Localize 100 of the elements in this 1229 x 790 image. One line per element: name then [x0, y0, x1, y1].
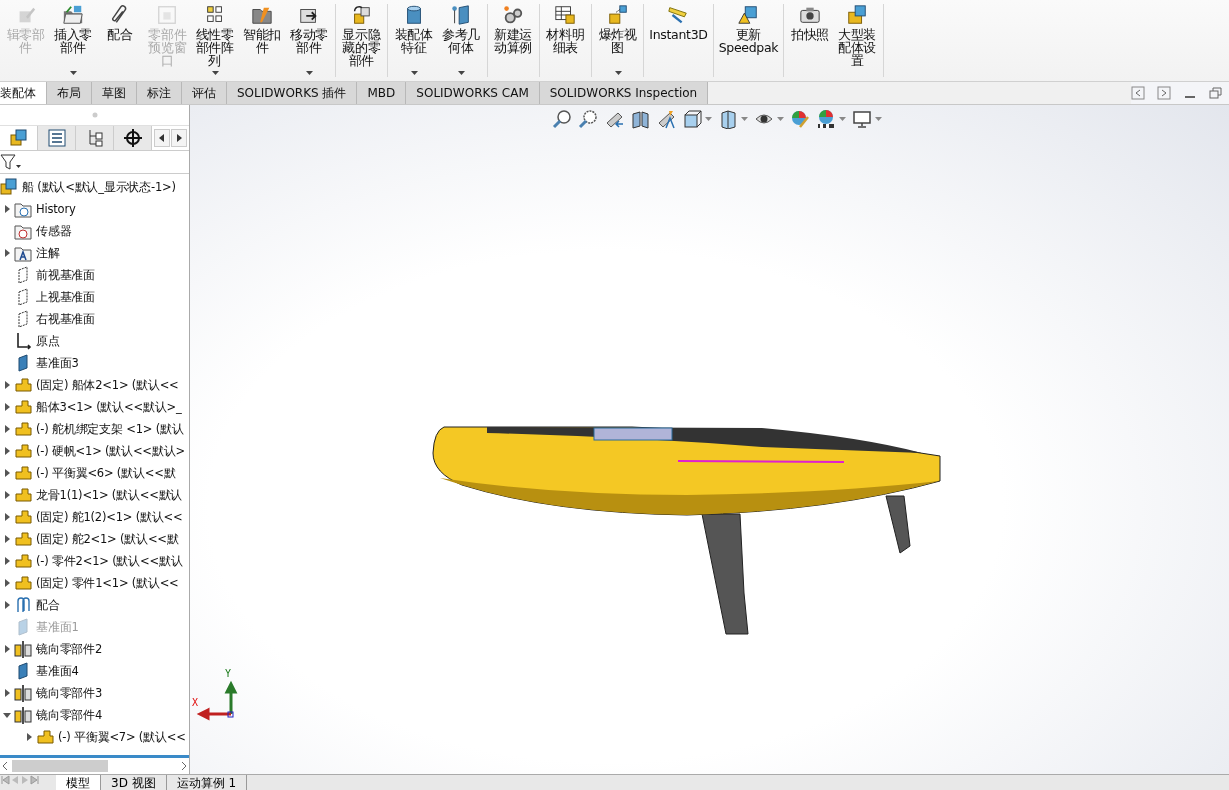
ribbon-button[interactable]: 移动零部件 — [285, 2, 333, 77]
expand-icon[interactable] — [3, 249, 11, 257]
expand-icon[interactable] — [3, 205, 11, 213]
expand-icon[interactable] — [3, 645, 11, 653]
tree-item[interactable]: (固定) 舵2<1> (默认<<默 — [36, 531, 179, 547]
caret-icon — [69, 71, 77, 75]
ribbon-button[interactable]: 智能扣件 — [238, 2, 286, 77]
tree-item[interactable]: (固定) 船体2<1> (默认<< — [36, 377, 179, 393]
gears-icon — [502, 4, 525, 26]
ribbon-tab[interactable]: SOLIDWORKS CAM — [406, 82, 540, 104]
caret-icon — [457, 71, 465, 75]
expand-icon[interactable] — [3, 579, 11, 587]
expand-icon[interactable] — [3, 381, 11, 389]
list-icon — [46, 128, 67, 148]
panel-tab[interactable] — [114, 126, 152, 150]
tree-item[interactable]: (-) 舵机绑定支架 <1> (默认 — [36, 421, 184, 437]
expand-icon[interactable] — [3, 535, 11, 543]
tree-item[interactable]: 镜向零部件2 — [36, 641, 103, 657]
tree-item[interactable]: (-) 平衡翼<7> (默认<< — [58, 729, 186, 745]
folder-icon — [61, 4, 84, 26]
sheet-tab[interactable]: 模型 — [56, 775, 101, 790]
tree-item[interactable]: 船体3<1> (默认<<默认>_ — [36, 399, 182, 415]
ribbon-tab[interactable]: 标注 — [137, 82, 182, 104]
ribbon-tab[interactable]: 布局 — [47, 82, 92, 104]
tree-item[interactable]: 前视基准面 — [36, 267, 95, 283]
tree-item[interactable]: 龙骨1(1)<1> (默认<<默认 — [36, 487, 183, 503]
tree-item[interactable]: 上视基准面 — [36, 289, 95, 305]
expand-icon[interactable] — [3, 689, 11, 697]
ribbon-tab[interactable]: 装配体 — [0, 82, 47, 104]
scroll-left-button[interactable] — [154, 129, 170, 147]
ribbon-tab[interactable]: SOLIDWORKS Inspection — [539, 82, 709, 104]
plane-icon — [449, 4, 472, 26]
scroll-right-button[interactable] — [171, 129, 187, 147]
expand-icon[interactable] — [3, 403, 11, 411]
expand-icon[interactable] — [3, 491, 11, 499]
next-icon[interactable] — [1157, 86, 1171, 100]
tree-item[interactable]: (固定) 舵1(2)<1> (默认<< — [36, 509, 183, 525]
expand-icon[interactable] — [3, 447, 11, 455]
tree-item[interactable]: 配合 — [36, 597, 60, 613]
tree-item[interactable]: 右视基准面 — [36, 311, 95, 327]
tree-item[interactable]: 传感器 — [36, 223, 72, 239]
restore-icon[interactable] — [1209, 86, 1223, 100]
ribbon-tab[interactable]: 草图 — [92, 82, 137, 104]
ribbon-button[interactable]: 显示隐藏的零部件 — [337, 2, 385, 77]
scene-icon — [816, 109, 836, 129]
palette-icon — [790, 109, 810, 129]
view-toolbar-button[interactable] — [550, 109, 574, 129]
previous-icon[interactable] — [1131, 86, 1145, 100]
tree-item[interactable]: (-) 零件2<1> (默认<<默认 — [36, 553, 183, 569]
ribbon-button[interactable]: 材料明细表 — [541, 2, 589, 77]
ribbon-button[interactable]: 插入零部件 — [49, 2, 97, 77]
part-icon — [14, 420, 32, 438]
expand-icon[interactable] — [3, 513, 11, 521]
ribbon-button[interactable]: 大型装配体设置 — [833, 2, 881, 77]
left-arrow-icon — [159, 134, 165, 142]
expand-icon[interactable] — [3, 425, 11, 433]
tree-item[interactable]: 基准面4 — [36, 663, 79, 679]
caret-icon — [614, 71, 622, 75]
ribbon-button[interactable]: 新建运动算例 — [489, 2, 537, 77]
ribbon-tab[interactable]: MBD — [357, 82, 407, 104]
caret-icon — [875, 117, 882, 121]
paperclip-icon — [14, 596, 32, 614]
caret-icon — [741, 117, 748, 121]
tree-item[interactable]: 镜向零部件3 — [36, 685, 103, 701]
crosshair-icon — [122, 128, 143, 148]
zoom-icon — [578, 109, 598, 129]
tree-item[interactable]: 基准面3 — [36, 355, 79, 371]
ribbon-button[interactable]: 更新 Speedpak — [715, 2, 782, 77]
expand-icon[interactable] — [3, 557, 11, 565]
ribbon-tab[interactable]: SOLIDWORKS 插件 — [227, 82, 358, 104]
sensor-folder-icon — [14, 222, 32, 240]
ribbon-button[interactable]: 配合 — [96, 2, 144, 77]
tree-item[interactable]: 注解 — [36, 245, 60, 261]
expand-icon[interactable] — [3, 601, 11, 609]
ribbon-button[interactable]: 参考几何体 — [437, 2, 485, 77]
ribbon-button[interactable]: 拍快照 — [786, 2, 834, 77]
collapse-icon[interactable] — [3, 711, 11, 719]
tree-item[interactable]: (-) 硬帆<1> (默认<<默认> — [36, 443, 185, 459]
grip-icon[interactable] — [91, 112, 98, 118]
tree-item[interactable]: 原点 — [36, 333, 60, 349]
part-icon — [14, 552, 32, 570]
ribbon-button[interactable]: 线性零部件阵列 — [191, 2, 239, 77]
filter-icon[interactable] — [0, 154, 22, 170]
part-icon — [14, 442, 32, 460]
tree-item[interactable]: 船 (默认<默认_显示状态-1>) — [22, 179, 176, 195]
assembly-icon — [8, 128, 29, 148]
monitor-icon — [852, 109, 872, 129]
ribbon-button[interactable]: Instant3D — [646, 2, 711, 77]
part-icon — [14, 376, 32, 394]
ribbon-button[interactable]: 爆炸视图 — [594, 2, 642, 77]
tree-item[interactable]: (-) 平衡翼<6> (默认<<默 — [36, 465, 176, 481]
ribbon-tab[interactable]: 评估 — [182, 82, 227, 104]
caret-icon — [410, 71, 418, 75]
tree-item[interactable]: History — [36, 202, 76, 216]
expand-icon[interactable] — [25, 733, 33, 741]
tree-item[interactable]: 镜向零部件4 — [36, 707, 103, 723]
ruler-icon — [667, 4, 690, 26]
tree-item[interactable]: (固定) 零件1<1> (默认<< — [36, 575, 179, 591]
expand-icon[interactable] — [3, 469, 11, 477]
ribbon-button[interactable]: 装配体特征 — [390, 2, 438, 77]
